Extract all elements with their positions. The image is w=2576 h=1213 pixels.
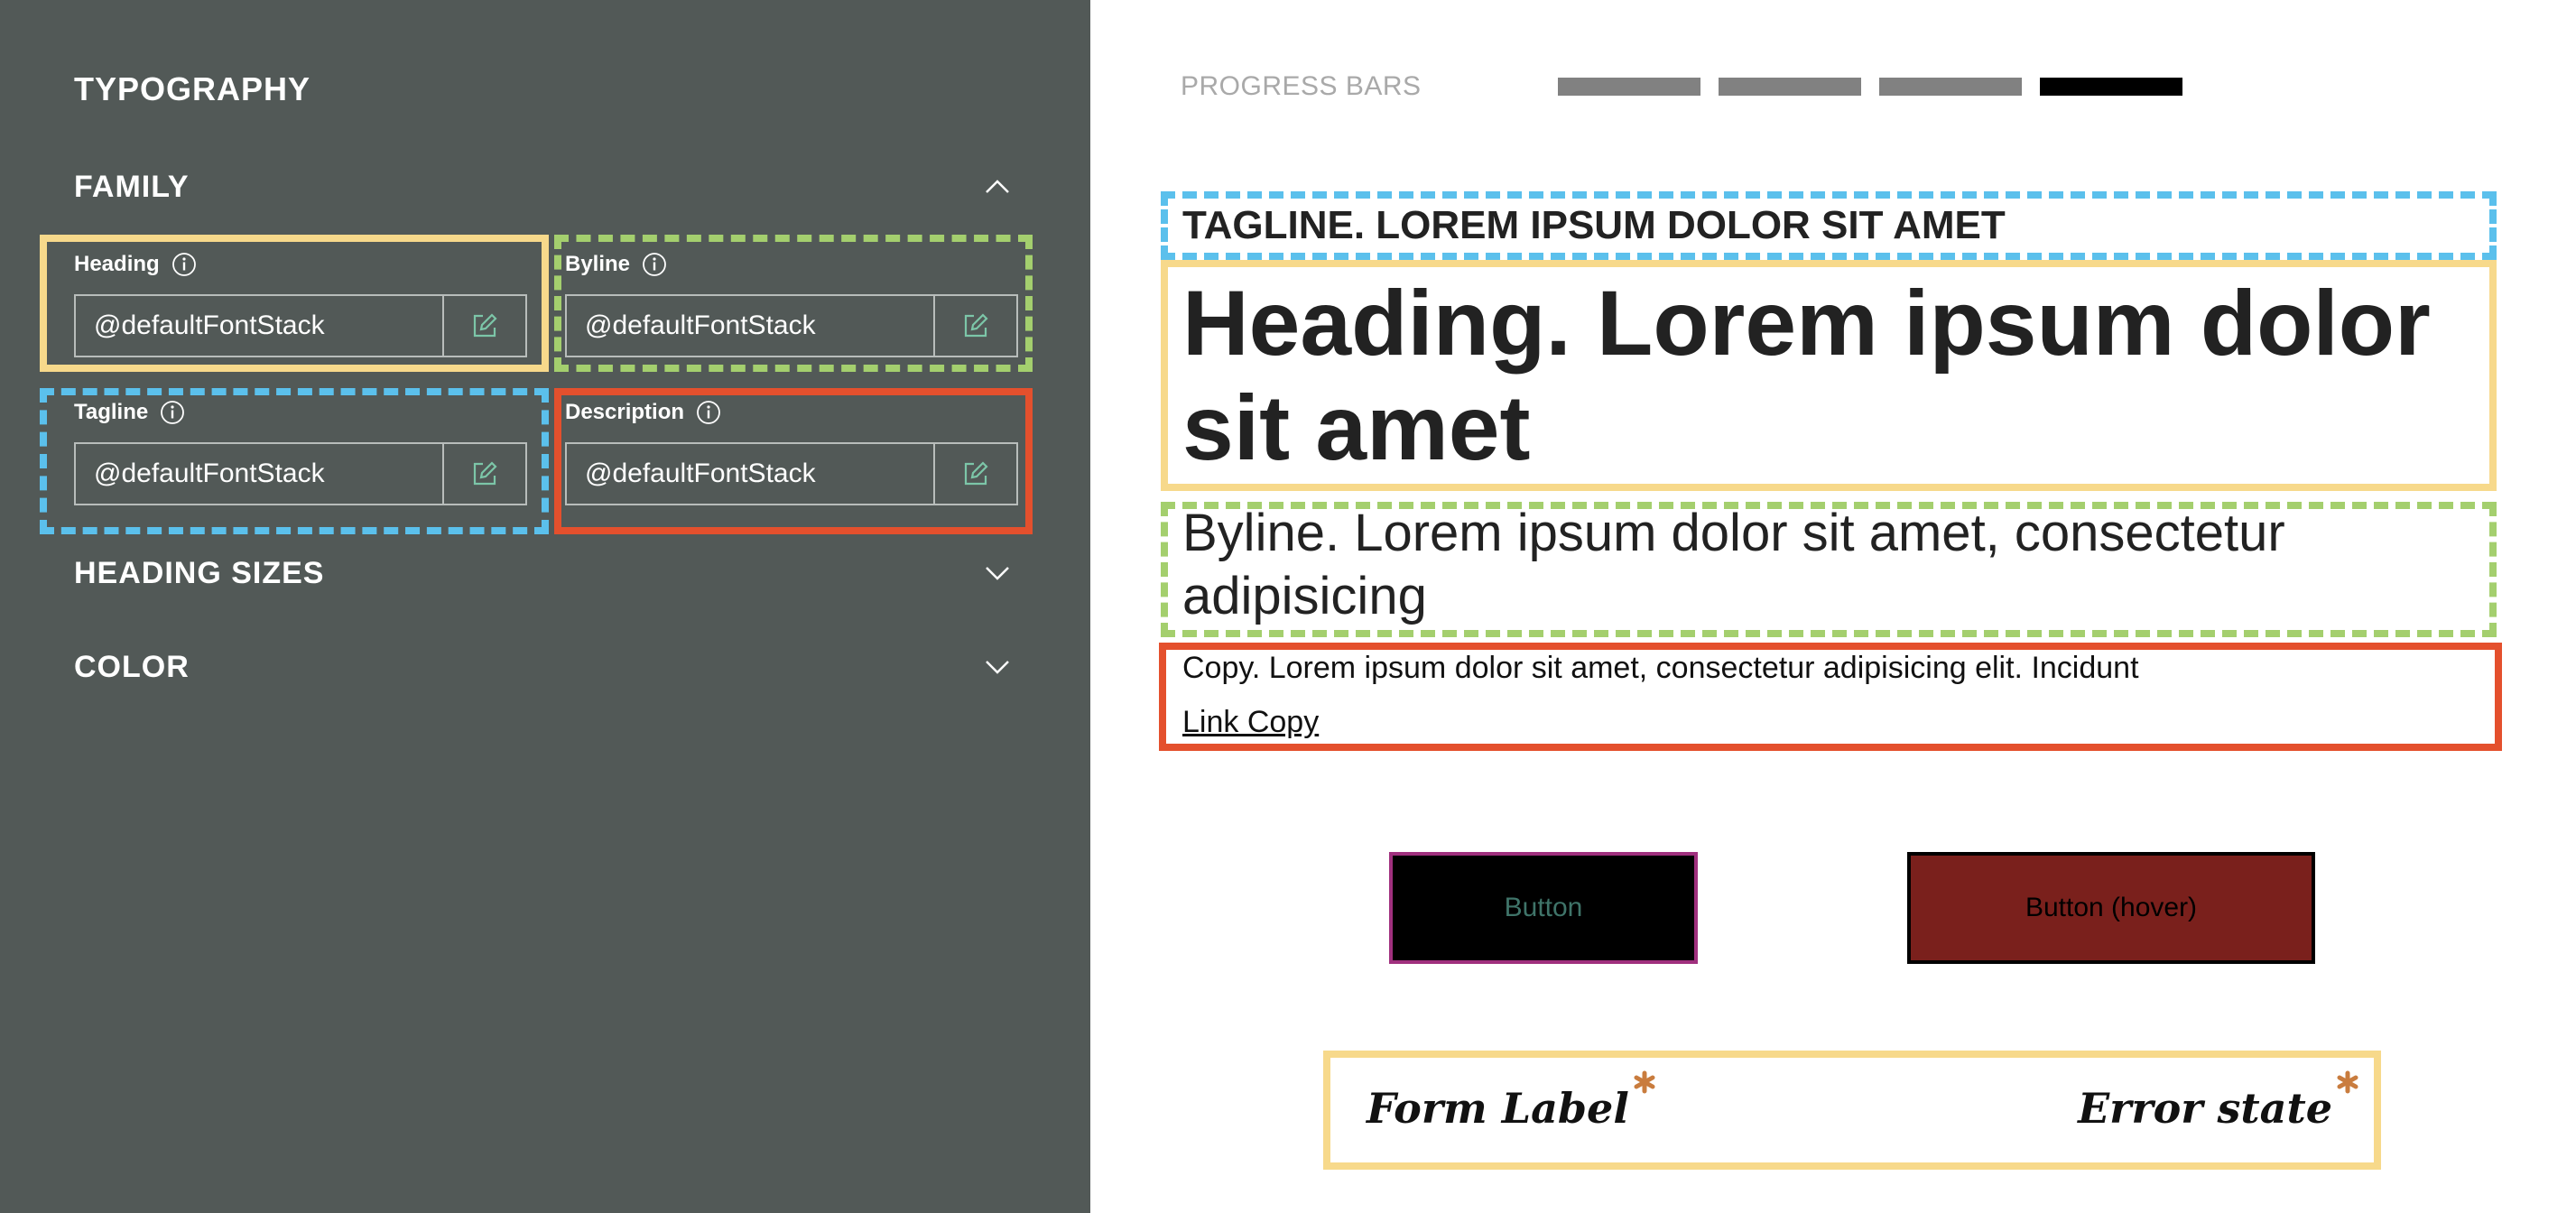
heading-highlight-frame [40,235,549,372]
progress-bar-2 [1719,78,1861,96]
preview-button-hover[interactable]: Button (hover) [1907,852,2315,964]
progress-bar-4 [2040,78,2182,96]
tagline-highlight-frame [40,388,549,534]
description-highlight-frame [554,388,1033,534]
preview-button[interactable]: Button [1389,852,1698,964]
error-state-text: Error state [2078,1084,2332,1133]
link-copy[interactable]: Link Copy [1182,702,1319,742]
chevron-up-icon[interactable] [984,173,1011,200]
tagline-preview: TAGLINE. LOREM IPSUM DOLOR SIT AMET [1182,203,2006,247]
byline-preview: Byline. Lorem ipsum dolor sit amet, cons… [1182,504,2285,625]
chevron-down-icon[interactable] [984,653,1011,681]
typography-panel: TYPOGRAPHY FAMILY Heading @defaultFontSt… [0,0,1090,1213]
asterisk-icon [1633,1070,1656,1094]
asterisk-icon [2336,1070,2359,1094]
chevron-down-icon[interactable] [984,560,1011,587]
section-family-header[interactable]: FAMILY [74,168,190,206]
progress-bars-label: PROGRESS BARS [1181,71,1422,101]
copy-preview: Copy. Lorem ipsum dolor sit amet, consec… [1182,651,2139,685]
section-color-header[interactable]: COLOR [74,648,190,686]
progress-bar-1 [1558,78,1700,96]
section-heading-sizes-header[interactable]: HEADING SIZES [74,554,324,592]
panel-title: TYPOGRAPHY [74,70,311,107]
form-label-text: Form Label [1367,1084,1629,1133]
progress-bar-4-fill [2040,78,2182,96]
heading-preview: Heading. Lorem ipsum dolor sit amet [1182,272,2431,479]
form-label: Form Label [1367,1070,1655,1134]
error-state-label: Error state [2078,1070,2358,1134]
byline-highlight-frame [554,235,1033,372]
progress-bar-3 [1879,78,2022,96]
